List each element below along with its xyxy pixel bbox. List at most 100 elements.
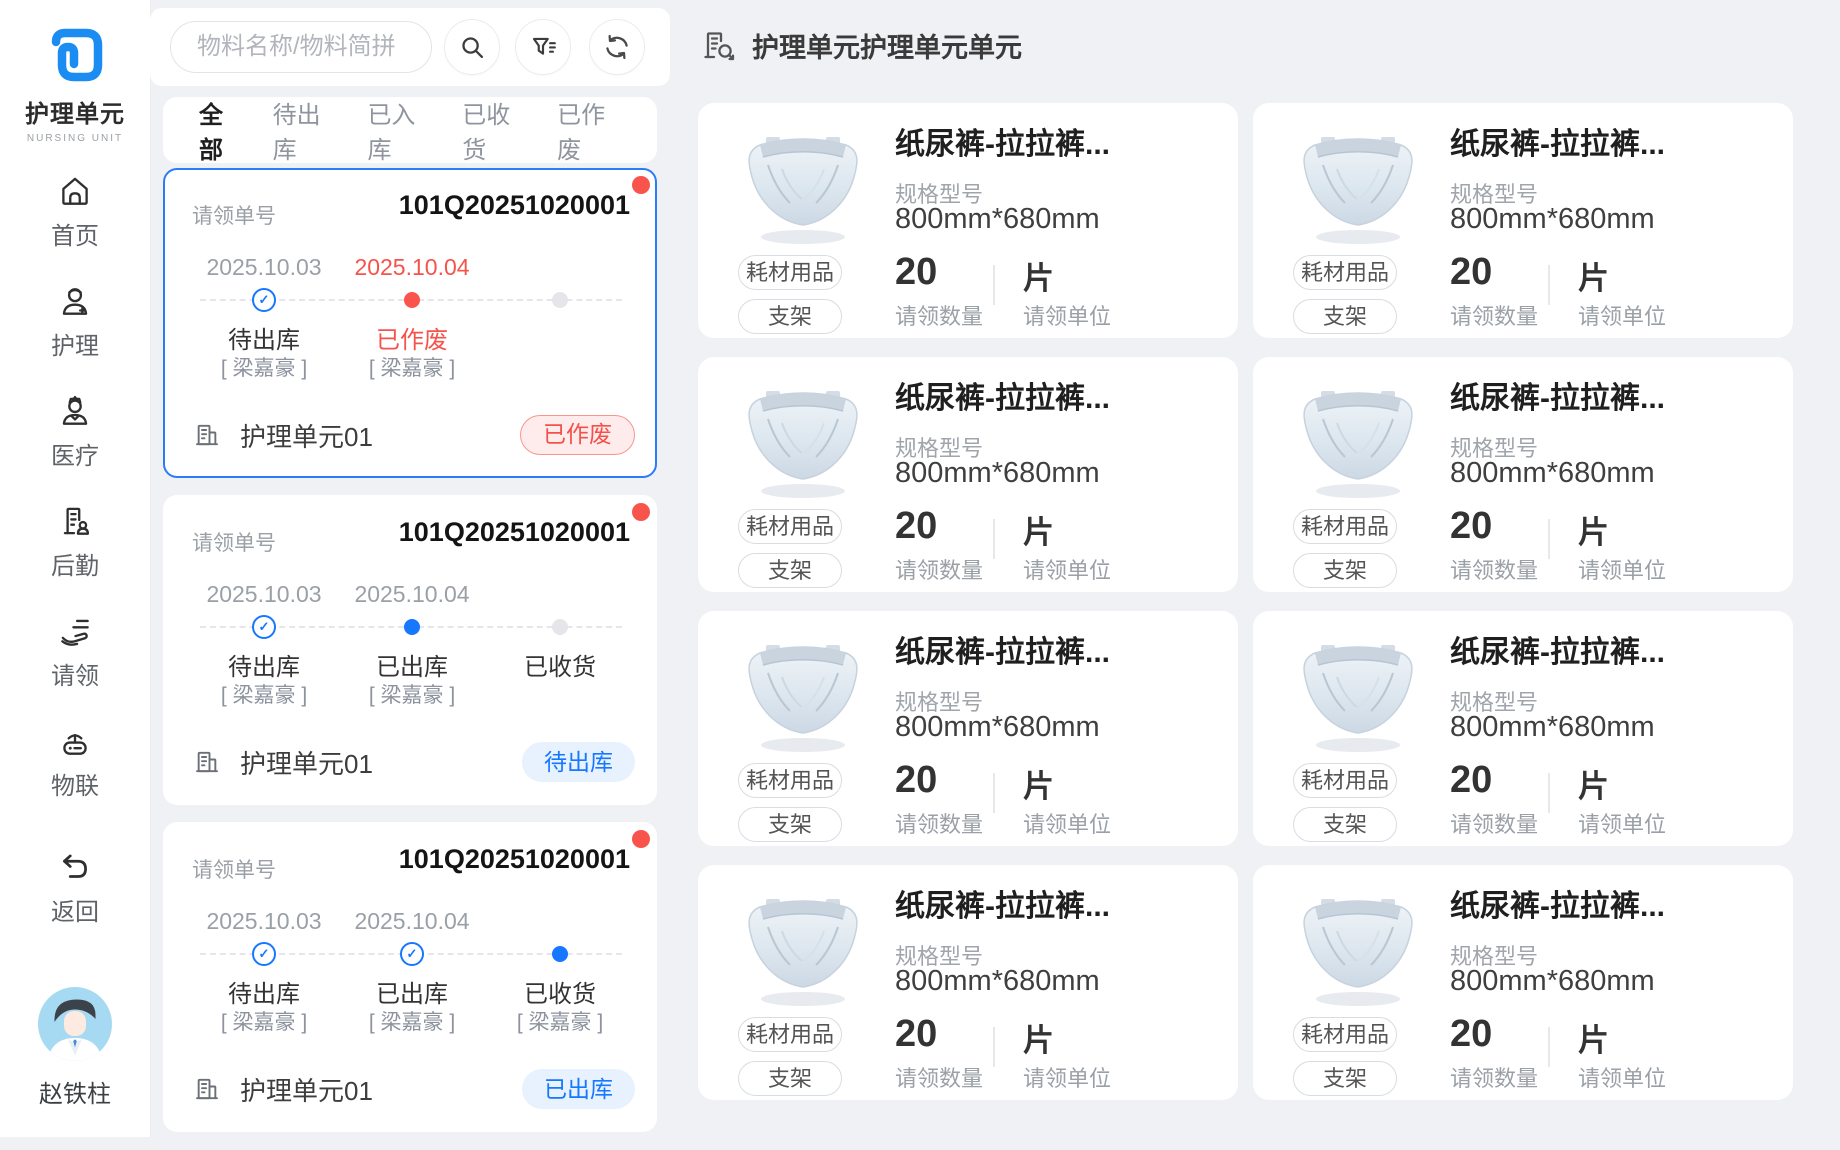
unit-label: 请领单位	[1578, 299, 1666, 331]
tag-rack: 支架	[1293, 299, 1397, 334]
timeline-step	[486, 254, 634, 378]
spec-value: 800mm*680mm	[1450, 457, 1655, 490]
status-tab[interactable]: 已收货	[462, 89, 526, 171]
step-person: [ 梁嘉豪 ]	[338, 1006, 486, 1032]
product-title: 纸尿裤-拉拉裤...	[1450, 373, 1665, 417]
logo-icon	[43, 24, 107, 86]
product-card[interactable]: 纸尿裤-拉拉裤... 规格型号 800mm*680mm 耗材用品 支架 20 请…	[1253, 611, 1793, 846]
step-label: 已收货	[486, 974, 634, 1004]
sidebar-item-back[interactable]: 返回	[0, 848, 150, 958]
product-card[interactable]: 纸尿裤-拉拉裤... 规格型号 800mm*680mm 耗材用品 支架 20 请…	[698, 103, 1238, 338]
tag-consumable: 耗材用品	[738, 763, 842, 798]
product-card[interactable]: 纸尿裤-拉拉裤... 规格型号 800mm*680mm 耗材用品 支架 20 请…	[698, 357, 1238, 592]
product-card[interactable]: 纸尿裤-拉拉裤... 规格型号 800mm*680mm 耗材用品 支架 20 请…	[1253, 103, 1793, 338]
order-no: 101Q20251020001	[399, 190, 630, 221]
notification-dot	[632, 176, 650, 194]
filter-button[interactable]	[515, 19, 571, 75]
requisition-unit: 片	[1023, 507, 1054, 552]
step-label: 已作废	[338, 320, 486, 350]
status-tab[interactable]: 待出库	[273, 89, 337, 171]
search-input[interactable]	[170, 21, 432, 73]
app-logo: 护理单元 NURSING UNIT	[0, 0, 150, 144]
spec-value: 800mm*680mm	[895, 457, 1100, 490]
sidebar-item-home[interactable]: 首页	[0, 172, 150, 282]
sidebar-item-requisition[interactable]: 请领	[0, 612, 150, 722]
sidebar-item-logistics[interactable]: 后勤	[0, 502, 150, 612]
doctor-icon	[56, 392, 94, 430]
timeline-step: 2025.10.03 待出库 [ 梁嘉豪 ]	[190, 581, 338, 705]
product-card[interactable]: 纸尿裤-拉拉裤... 规格型号 800mm*680mm 耗材用品 支架 20 请…	[1253, 865, 1793, 1100]
sidebar-item-label: 返回	[51, 892, 99, 927]
unit-label: 请领单位	[1578, 553, 1666, 585]
status-tab[interactable]: 已入库	[367, 89, 431, 171]
logistics-icon	[56, 502, 94, 540]
tag-rack: 支架	[738, 1061, 842, 1096]
filter-icon	[526, 30, 560, 64]
status-tab[interactable]: 已作废	[557, 89, 621, 171]
status-badge: 待出库	[522, 742, 635, 782]
unit-label: 请领单位	[1578, 1061, 1666, 1093]
order-card[interactable]: 请领单号 101Q20251020001 2025.10.03 待出库	[163, 495, 657, 805]
requisition-quantity: 20	[1450, 759, 1492, 802]
step-date: 2025.10.04	[338, 254, 486, 286]
step-node-icon	[252, 615, 276, 639]
user-profile[interactable]: 赵铁柱	[0, 986, 150, 1109]
timeline-step: 2025.10.04 已出库 [ 梁嘉豪 ]	[338, 908, 486, 1032]
nursing-unit-name: 护理单元01	[240, 744, 373, 781]
step-node-wrap	[190, 940, 338, 968]
requisition-quantity: 20	[895, 1013, 937, 1056]
diaper-product-image	[1293, 887, 1423, 1009]
timeline-step: 2025.10.03 待出库 [ 梁嘉豪 ]	[190, 254, 338, 378]
quantity-label: 请领数量	[1450, 1061, 1538, 1093]
order-card[interactable]: 请领单号 101Q20251020001 2025.10.03 待出库	[163, 822, 657, 1132]
step-node-wrap	[190, 286, 338, 314]
logo-subtitle: NURSING UNIT	[27, 133, 123, 144]
divider	[993, 773, 995, 813]
sidebar-item-iot[interactable]: 物联	[0, 722, 150, 832]
home-icon	[56, 172, 94, 210]
step-person: [ 梁嘉豪 ]	[190, 679, 338, 705]
step-person	[486, 679, 634, 705]
status-tab[interactable]: 全部	[199, 89, 242, 171]
list-toolbar	[150, 8, 670, 86]
order-no-label: 请领单号	[192, 854, 276, 884]
refresh-button[interactable]	[589, 19, 645, 75]
order-card[interactable]: 请领单号 101Q20251020001 2025.10.03 待出库	[163, 168, 657, 478]
sidebar-item-medical[interactable]: 医疗	[0, 392, 150, 502]
quantity-label: 请领数量	[1450, 807, 1538, 839]
step-label: 已收货	[486, 647, 634, 677]
sidebar: 护理单元 NURSING UNIT 首页	[0, 0, 151, 1137]
step-node-icon	[400, 942, 424, 966]
order-timeline: 2025.10.03 待出库 [ 梁嘉豪 ] 2025.10.04	[190, 254, 634, 378]
step-date: 2025.10.03	[190, 254, 338, 286]
product-card[interactable]: 纸尿裤-拉拉裤... 规格型号 800mm*680mm 耗材用品 支架 20 请…	[698, 611, 1238, 846]
quantity-label: 请领数量	[1450, 553, 1538, 585]
step-node-wrap	[486, 286, 634, 314]
refresh-icon	[600, 30, 634, 64]
notification-dot	[632, 830, 650, 848]
tag-rack: 支架	[1293, 1061, 1397, 1096]
divider	[1548, 1027, 1550, 1067]
unit-label: 请领单位	[1023, 553, 1111, 585]
step-node-icon	[552, 292, 568, 308]
unit-label: 请领单位	[1023, 299, 1111, 331]
sidebar-item-label: 后勤	[51, 546, 99, 581]
spec-value: 800mm*680mm	[895, 203, 1100, 236]
back-icon	[56, 848, 94, 886]
step-person: [ 梁嘉豪 ]	[338, 679, 486, 705]
diaper-product-image	[738, 887, 868, 1009]
requisition-quantity: 20	[1450, 251, 1492, 294]
requisition-quantity: 20	[1450, 1013, 1492, 1056]
product-title: 纸尿裤-拉拉裤...	[1450, 627, 1665, 671]
product-card[interactable]: 纸尿裤-拉拉裤... 规格型号 800mm*680mm 耗材用品 支架 20 请…	[1253, 357, 1793, 592]
search-button[interactable]	[444, 19, 500, 75]
order-no-label: 请领单号	[192, 527, 276, 557]
order-footer: 护理单元01 已出库	[192, 1068, 635, 1110]
sidebar-item-nursing[interactable]: 护理	[0, 282, 150, 392]
order-no: 101Q20251020001	[399, 844, 630, 875]
step-person: [ 梁嘉豪 ]	[190, 352, 338, 378]
tag-consumable: 耗材用品	[738, 1017, 842, 1052]
requisition-quantity: 20	[1450, 505, 1492, 548]
divider	[993, 519, 995, 559]
product-card[interactable]: 纸尿裤-拉拉裤... 规格型号 800mm*680mm 耗材用品 支架 20 请…	[698, 865, 1238, 1100]
